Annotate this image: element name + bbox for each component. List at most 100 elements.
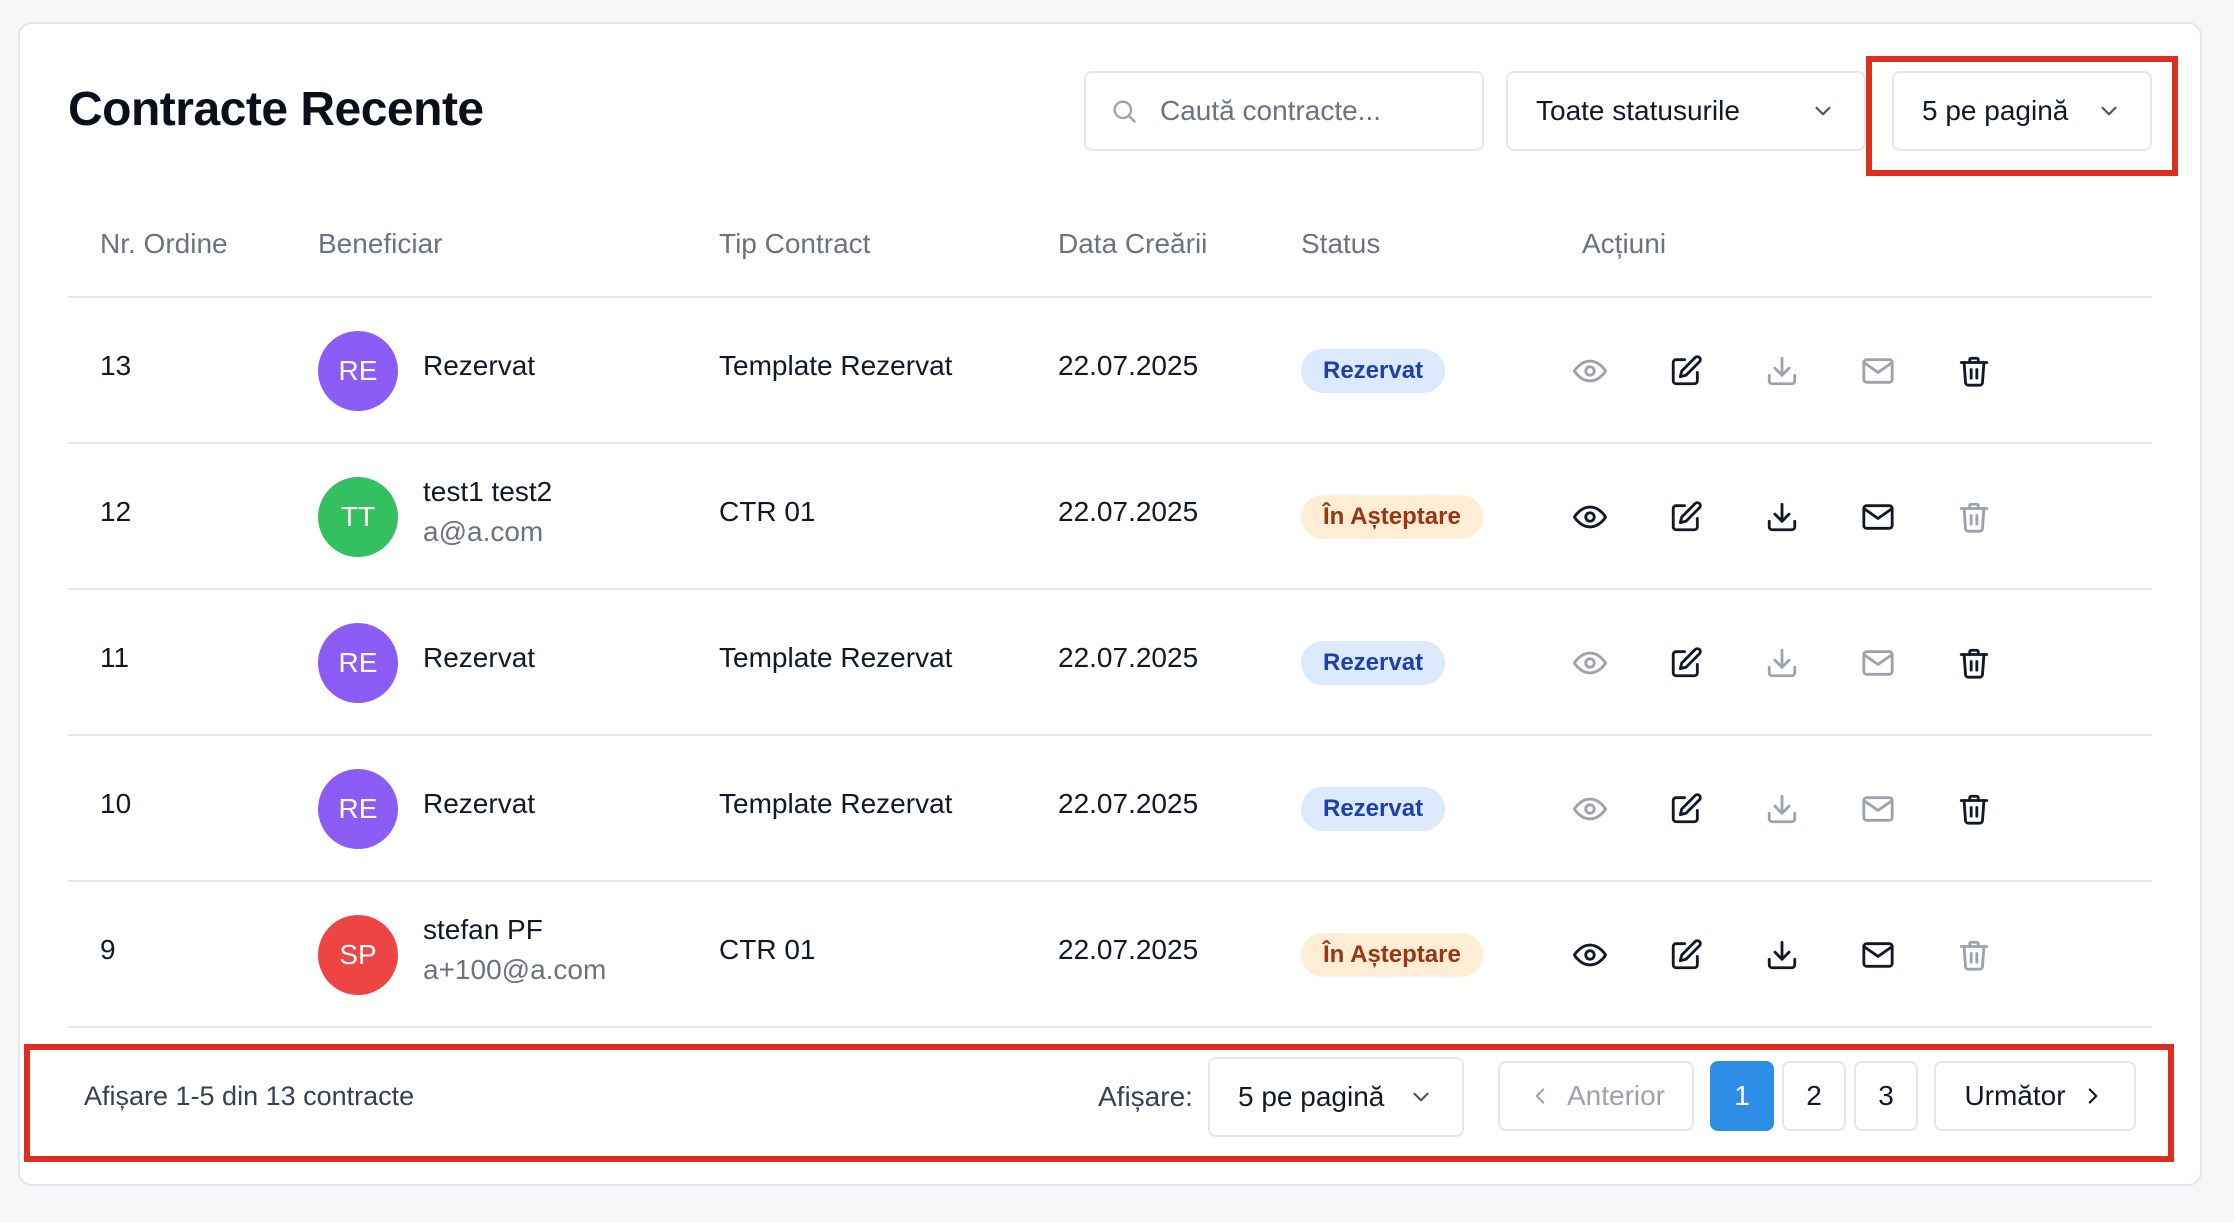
beneficiary-name: Rezervat: [423, 350, 536, 381]
next-page-button[interactable]: Următor: [1934, 1061, 2136, 1131]
eye-button[interactable]: [1570, 643, 1610, 683]
row-nr: 11: [100, 642, 130, 673]
mail-icon: [1862, 942, 1894, 968]
creation-date: 22.07.2025: [1058, 642, 1199, 673]
mail-button[interactable]: [1858, 935, 1898, 975]
edit-button[interactable]: [1666, 643, 1706, 683]
per-page-value: 5 pe pagină: [1238, 1081, 1385, 1112]
col-tip-contract: Tip Contract: [719, 228, 871, 259]
download-button[interactable]: [1762, 935, 1802, 975]
table-row: 10 RE Rezervat Template Rezervat 22.07.2025 R…: [68, 736, 2152, 882]
mail-icon: [1862, 650, 1894, 676]
chevron-down-icon: [1413, 1092, 1429, 1102]
download-icon: [1767, 356, 1797, 386]
mail-icon: [1862, 358, 1894, 384]
beneficiary-name: Rezervat: [423, 788, 536, 819]
edit-button[interactable]: [1666, 351, 1706, 391]
eye-icon: [1573, 359, 1607, 383]
row-nr: 10: [100, 788, 132, 819]
download-icon: [1767, 794, 1797, 824]
download-button[interactable]: [1762, 643, 1802, 683]
chevron-left-icon: [1535, 1088, 1545, 1104]
col-beneficiar: Beneficiar: [318, 228, 443, 259]
trash-button[interactable]: [1954, 351, 1994, 391]
mail-button[interactable]: [1858, 351, 1898, 391]
beneficiary-name: stefan PF: [423, 914, 543, 945]
status-badge: Rezervat: [1301, 349, 1446, 393]
eye-button[interactable]: [1570, 935, 1610, 975]
trash-icon: [1959, 940, 1989, 971]
download-button[interactable]: [1762, 789, 1802, 829]
search-input[interactable]: Caută contracte...: [1084, 71, 1484, 151]
table-row: 11 RE Rezervat Template Rezervat 22.07.2025 R…: [68, 590, 2152, 736]
trash-icon: [1959, 794, 1989, 825]
creation-date: 22.07.2025: [1058, 934, 1199, 965]
eye-icon: [1573, 797, 1607, 821]
download-icon: [1767, 502, 1797, 532]
eye-button[interactable]: [1570, 351, 1610, 391]
chevron-down-icon: [2101, 106, 2117, 116]
trash-button[interactable]: [1954, 789, 1994, 829]
edit-icon: [1671, 647, 1702, 678]
beneficiary-name: Rezervat: [423, 642, 536, 673]
mail-icon: [1862, 504, 1894, 530]
status-filter-select[interactable]: Toate statusurile: [1506, 71, 1866, 151]
per-page-select-bottom[interactable]: 5 pe pagină: [1208, 1057, 1464, 1137]
download-button[interactable]: [1762, 497, 1802, 537]
trash-button[interactable]: [1954, 643, 1994, 683]
edit-icon: [1671, 939, 1702, 970]
creation-date: 22.07.2025: [1058, 350, 1199, 381]
per-page-select-top[interactable]: 5 pe pagină: [1892, 71, 2152, 151]
creation-date: 22.07.2025: [1058, 788, 1199, 819]
edit-icon: [1671, 501, 1702, 532]
status-badge: Rezervat: [1301, 787, 1446, 831]
download-button[interactable]: [1762, 351, 1802, 391]
per-page-value: 5 pe pagină: [1922, 95, 2069, 126]
page-button-2[interactable]: 2: [1782, 1061, 1846, 1131]
eye-button[interactable]: [1570, 497, 1610, 537]
col-actiuni: Acțiuni: [1582, 228, 1667, 259]
next-label: Următor: [1964, 1080, 2066, 1111]
table-row: 12 TT test1 test2 a@a.com CTR 01 22.07.2025 În…: [68, 444, 2152, 590]
chevron-down-icon: [1815, 106, 1831, 116]
chevron-right-icon: [2088, 1088, 2097, 1104]
page-button-3[interactable]: 3: [1854, 1061, 1918, 1131]
trash-button[interactable]: [1954, 935, 1994, 975]
avatar: RE: [318, 623, 398, 703]
beneficiary-name: test1 test2: [423, 476, 553, 507]
pagination-info: Afișare 1-5 din 13 contracte: [84, 1081, 415, 1111]
eye-button[interactable]: [1570, 789, 1610, 829]
edit-icon: [1671, 355, 1702, 386]
trash-button[interactable]: [1954, 497, 1994, 537]
page-button-1[interactable]: 1: [1710, 1061, 1774, 1131]
edit-button[interactable]: [1666, 789, 1706, 829]
edit-button[interactable]: [1666, 497, 1706, 537]
row-nr: 9: [100, 934, 116, 965]
creation-date: 22.07.2025: [1058, 496, 1199, 527]
trash-icon: [1959, 648, 1989, 679]
eye-icon: [1573, 943, 1607, 967]
eye-icon: [1573, 651, 1607, 675]
edit-icon: [1671, 793, 1702, 824]
page-title: Contracte Recente: [68, 83, 484, 136]
contract-type: CTR 01: [719, 934, 816, 965]
avatar: TT: [318, 477, 398, 557]
row-nr: 13: [100, 350, 132, 381]
prev-page-button[interactable]: Anterior: [1498, 1061, 1694, 1131]
row-nr: 12: [100, 496, 132, 527]
table-header: Nr. Ordine Beneficiar Tip Contract Data …: [68, 228, 2152, 298]
edit-button[interactable]: [1666, 935, 1706, 975]
mail-button[interactable]: [1858, 497, 1898, 537]
mail-icon: [1862, 796, 1894, 822]
avatar: RE: [318, 331, 398, 411]
mail-button[interactable]: [1858, 643, 1898, 683]
search-icon: [1113, 100, 1136, 123]
trash-icon: [1959, 356, 1989, 387]
contract-type: Template Rezervat: [719, 642, 953, 673]
mail-button[interactable]: [1858, 789, 1898, 829]
beneficiary-email: a+100@a.com: [423, 954, 607, 985]
beneficiary-email: a@a.com: [423, 516, 544, 547]
table-row: 13 RE Rezervat Template Rezervat 22.07.2025 R…: [68, 298, 2152, 444]
search-placeholder: Caută contracte...: [1160, 95, 1382, 126]
status-badge: În Așteptare: [1301, 495, 1483, 539]
